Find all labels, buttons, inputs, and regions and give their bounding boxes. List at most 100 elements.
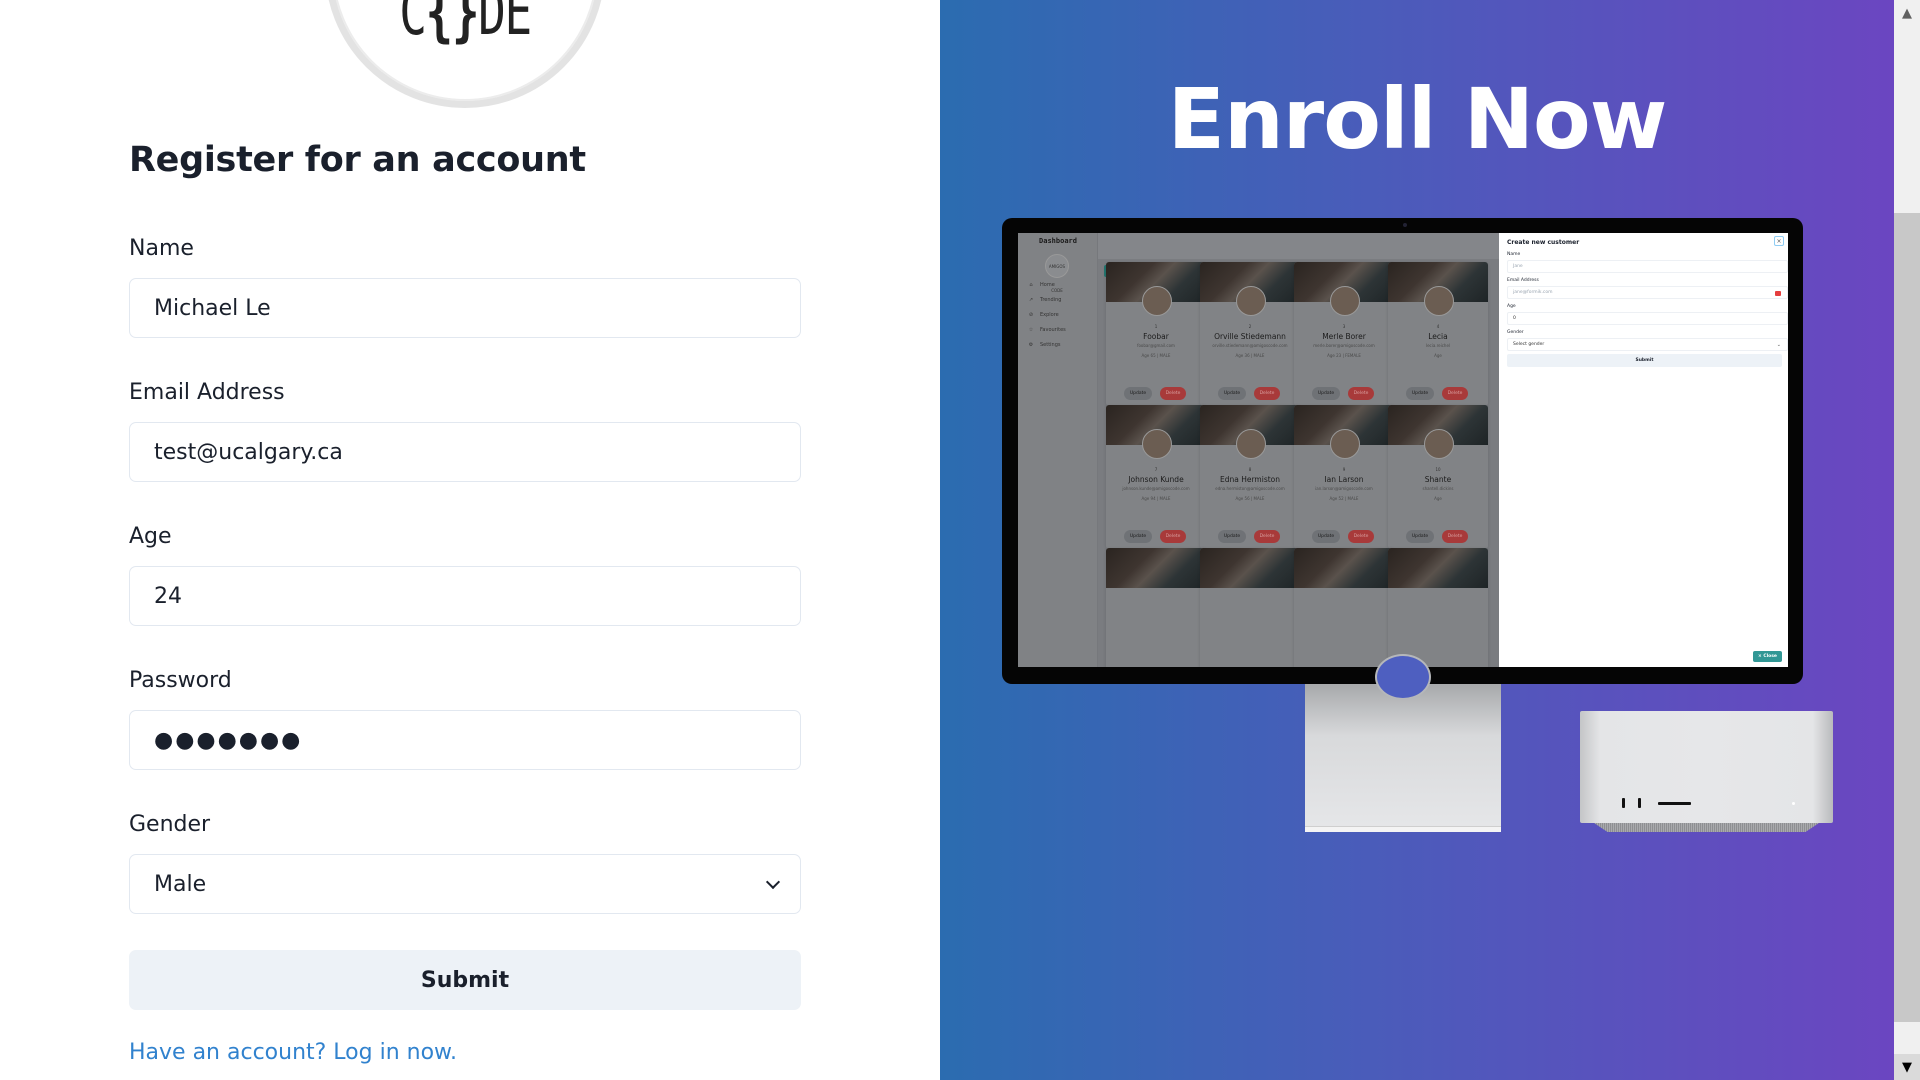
sd-slot	[1658, 802, 1691, 805]
customer-card: 1 Foobar foobar@gmail.com Age 65 | MALE Upda…	[1106, 262, 1206, 406]
scroll-up-icon[interactable]: ▲	[1894, 0, 1920, 26]
card-email: johnson.kunde@amigoscode.com	[1122, 486, 1190, 491]
card-update-button: Update	[1124, 530, 1152, 543]
camera-dot	[1402, 223, 1407, 227]
card-name: Merle Borer	[1322, 332, 1366, 341]
login-link[interactable]: Have an account? Log in now.	[129, 1040, 457, 1065]
scroll-down-icon[interactable]: ▼	[1894, 1054, 1920, 1080]
drawer-age-input: 0	[1507, 312, 1788, 325]
card-banner-image	[1106, 548, 1206, 588]
card-id: 4	[1436, 324, 1440, 329]
nav-item-home: ⌂ Home	[1028, 282, 1054, 288]
close-icon: ×	[1774, 236, 1784, 246]
dashboard-sidebar: Dashboard AMIGOS CODE ⌂ Home ↗ Trending ⊘ E…	[1018, 233, 1098, 667]
register-panel: C{}DE Register for an account Name Micha…	[0, 0, 940, 1080]
card-id: 9	[1342, 467, 1346, 472]
email-input-value: test@ucalgary.ca	[154, 439, 343, 465]
drawer-gender-select: Select gender ⌄	[1507, 338, 1788, 351]
nav-item-trending: ↗ Trending	[1028, 297, 1062, 303]
card-name: Foobar	[1143, 332, 1169, 341]
card-meta: Age 56 | MALE	[1235, 496, 1265, 501]
page-title: Register for an account	[129, 140, 586, 180]
card-delete-button: Delete	[1160, 530, 1186, 543]
email-input[interactable]: test@ucalgary.ca	[129, 422, 801, 482]
drawer-submit-button: Submit	[1507, 354, 1782, 367]
customer-card-partial	[1106, 548, 1206, 667]
card-update-button: Update	[1406, 530, 1434, 543]
drawer-email-label: Email Address	[1507, 278, 1539, 283]
avatar	[1142, 286, 1172, 316]
card-meta: Age 23 | FEMALE	[1327, 353, 1361, 358]
customer-card: 10 Shante shantell.dickins Age Update Delete	[1388, 405, 1488, 549]
submit-button[interactable]: Submit	[129, 950, 801, 1010]
amigoscode-logo: C{}DE	[325, 0, 605, 108]
card-id: 10	[1435, 467, 1441, 472]
nav-item-favourites: ☆ Favourites	[1028, 327, 1066, 333]
avatar	[1424, 429, 1454, 459]
age-label: Age	[129, 524, 172, 549]
avatar	[1236, 429, 1266, 459]
explore-icon: ⊘	[1028, 312, 1034, 318]
avatar	[1330, 286, 1360, 316]
nav-label: Explore	[1040, 312, 1059, 318]
card-update-button: Update	[1218, 530, 1246, 543]
customer-card: 8 Edna Hermiston edna.hermiston@amigoscode…	[1200, 405, 1300, 549]
avatar	[1424, 286, 1454, 316]
page-scrollbar[interactable]: ▲ ▼	[1894, 0, 1920, 1080]
card-update-button: Update	[1406, 387, 1434, 400]
power-led	[1792, 802, 1795, 805]
logo-text-c: C	[399, 0, 427, 50]
gender-select[interactable]: Male	[129, 854, 801, 914]
card-id: 2	[1248, 324, 1252, 329]
port	[1622, 798, 1625, 808]
stand-foot	[1305, 826, 1501, 832]
drawer-name-label: Name	[1507, 252, 1521, 257]
customer-card: 7 Johnson Kunde johnson.kunde@amigoscode.c…	[1106, 405, 1206, 549]
card-banner-image	[1388, 548, 1488, 588]
name-label: Name	[129, 236, 194, 261]
card-id: 3	[1342, 324, 1346, 329]
password-label: Password	[129, 668, 232, 693]
create-customer-drawer: Create new customer × Name Jane Email Ad…	[1499, 233, 1788, 667]
nav-label: Favourites	[1040, 327, 1066, 333]
card-email: orville.stiedemann@amigoscode.com	[1212, 343, 1288, 348]
customer-card: 3 Merle Borer merle.borer@amigoscode.com Ag…	[1294, 262, 1394, 406]
card-delete-button: Delete	[1442, 530, 1468, 543]
drawer-name-placeholder: Jane	[1513, 264, 1523, 269]
card-delete-button: Delete	[1348, 530, 1374, 543]
home-icon: ⌂	[1029, 282, 1033, 288]
chevron-down-icon: ⌄	[1776, 342, 1781, 348]
dashboard-screenshot: Dashboard AMIGOS CODE ⌂ Home ↗ Trending ⊘ E…	[1018, 233, 1788, 667]
card-email: foobar@gmail.com	[1137, 343, 1175, 348]
card-meta: Age	[1434, 353, 1442, 358]
gender-label: Gender	[129, 812, 211, 837]
card-delete-button: Delete	[1348, 387, 1374, 400]
card-id: 7	[1154, 467, 1158, 472]
password-input[interactable]: ●●●●●●●	[129, 710, 801, 770]
card-email: ian.larson@amigoscode.com	[1315, 486, 1373, 491]
avatar	[1330, 429, 1360, 459]
card-email: merle.borer@amigoscode.com	[1313, 343, 1375, 348]
chevron-down-icon	[765, 874, 781, 890]
monitor-stand	[1305, 654, 1501, 832]
card-name: Ian Larson	[1324, 475, 1364, 484]
card-email: lecia.reichel	[1425, 343, 1451, 348]
card-meta: Age 52 | MALE	[1329, 496, 1359, 501]
name-input[interactable]: Michael Le	[129, 278, 801, 338]
customer-card-partial	[1200, 548, 1300, 667]
card-name: Shante	[1424, 475, 1452, 484]
age-input[interactable]: 24	[129, 566, 801, 626]
nav-item-explore: ⊘ Explore	[1028, 312, 1059, 318]
avatar	[1236, 286, 1266, 316]
trending-icon: ↗	[1028, 297, 1034, 303]
promo-panel: Enroll Now Dashboard AMIGOS CODE ⌂ Home ↗…	[940, 0, 1894, 1080]
error-icon	[1775, 291, 1781, 296]
card-update-button: Update	[1312, 530, 1340, 543]
scrollbar-thumb[interactable]	[1894, 213, 1920, 1022]
drawer-email-placeholder: jane@formik.com	[1513, 290, 1553, 295]
customer-card-partial	[1294, 548, 1394, 667]
customer-card: 9 Ian Larson ian.larson@amigoscode.com Age …	[1294, 405, 1394, 549]
studio-base	[1594, 823, 1819, 832]
drawer-age-value: 0	[1513, 316, 1516, 321]
password-input-value: ●●●●●●●	[154, 727, 303, 753]
